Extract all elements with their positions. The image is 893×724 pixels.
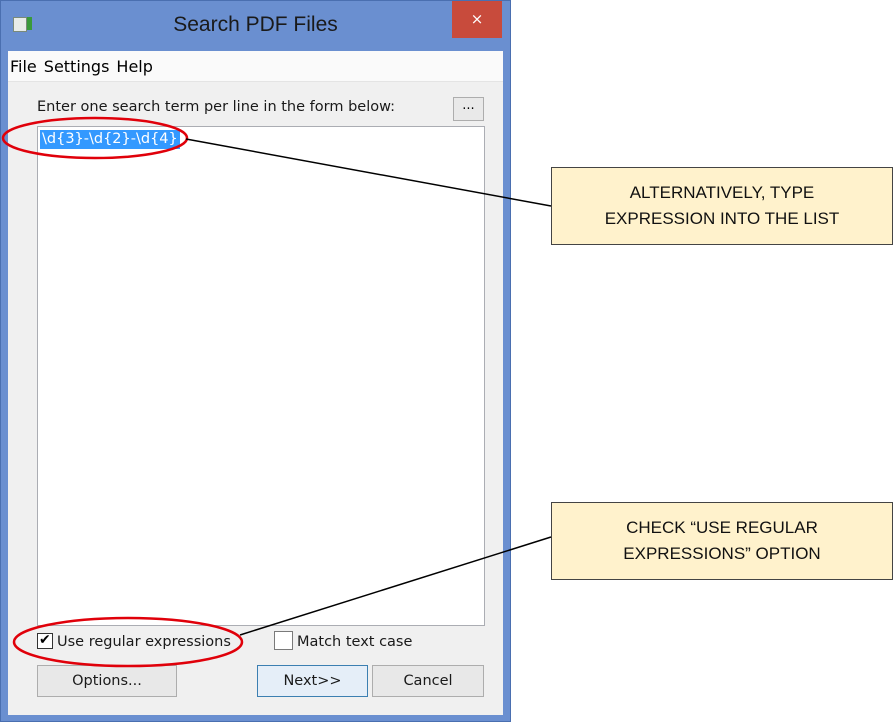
use-regex-label: Use regular expressions xyxy=(57,633,231,650)
callout-check-regex-line1: CHECK “USE REGULAR xyxy=(626,518,818,537)
search-terms-textarea[interactable]: \d{3}-\d{2}-\d{4} xyxy=(37,126,485,626)
checkmark-icon: ✔ xyxy=(39,631,51,648)
search-pdf-window: Search PDF Files × File Settings Help Ente… xyxy=(0,0,511,722)
window-title: Search PDF Files xyxy=(173,13,338,36)
match-case-label: Match text case xyxy=(297,633,413,650)
menu-bar: File Settings Help xyxy=(8,51,503,82)
callout-type-expression-line2: EXPRESSION INTO THE LIST xyxy=(604,209,840,228)
use-regex-checkbox[interactable]: ✔ xyxy=(37,631,53,649)
cancel-button[interactable]: Cancel xyxy=(372,665,484,697)
menu-help[interactable]: Help xyxy=(116,51,152,76)
callout-check-regex: CHECK “USE REGULAR EXPRESSIONS” OPTION xyxy=(551,502,893,580)
match-case-option[interactable]: Match text case xyxy=(274,631,412,653)
options-button[interactable]: Options... xyxy=(37,665,177,697)
next-button[interactable]: Next>> xyxy=(257,665,368,697)
use-regex-option[interactable]: ✔ Use regular expressions xyxy=(37,631,231,653)
window-client-area: File Settings Help Enter one search term p… xyxy=(8,51,503,715)
callout-check-regex-line2: EXPRESSIONS” OPTION xyxy=(623,544,821,563)
match-case-checkbox[interactable] xyxy=(274,631,293,650)
instruction-label: Enter one search term per line in the fo… xyxy=(37,99,396,115)
callout-type-expression: ALTERNATIVELY, TYPE EXPRESSION INTO THE … xyxy=(551,167,893,245)
menu-file[interactable]: File xyxy=(10,51,37,76)
close-button[interactable]: × xyxy=(452,1,502,38)
browse-button[interactable]: ... xyxy=(453,97,484,121)
title-bar[interactable]: Search PDF Files × xyxy=(1,1,510,51)
close-icon: × xyxy=(470,10,484,28)
callout-type-expression-line1: ALTERNATIVELY, TYPE xyxy=(629,183,815,202)
search-term-line: \d{3}-\d{2}-\d{4} xyxy=(40,130,180,149)
menu-settings[interactable]: Settings xyxy=(44,51,110,76)
